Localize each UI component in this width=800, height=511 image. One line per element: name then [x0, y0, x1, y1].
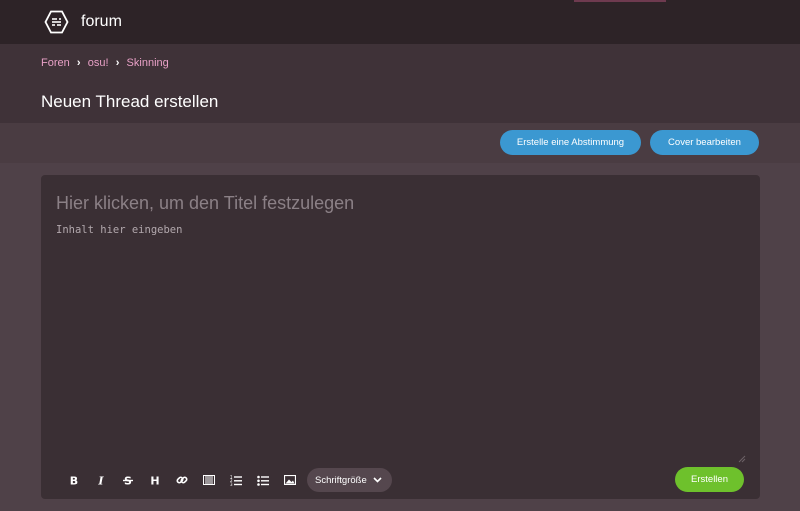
top-accent-line [574, 0, 666, 2]
edit-cover-button[interactable]: Cover bearbeiten [650, 130, 759, 155]
forum-logo-icon[interactable] [44, 10, 69, 34]
breadcrumb-item-foren[interactable]: Foren [41, 57, 70, 69]
breadcrumb-item-skinning[interactable]: Skinning [127, 57, 169, 69]
chevron-down-icon [373, 477, 382, 483]
chevron-right-icon: › [76, 57, 81, 69]
svg-text:I: I [97, 475, 104, 487]
svg-text:H: H [150, 475, 159, 487]
create-poll-button[interactable]: Erstelle eine Abstimmung [500, 130, 641, 155]
thread-title-input[interactable]: Hier klicken, um den Titel festzulegen [56, 193, 354, 214]
top-navigation-bar: forum [0, 0, 800, 44]
italic-icon[interactable]: I [87, 468, 114, 492]
resize-handle-icon[interactable] [738, 455, 746, 463]
page-title: Neuen Thread erstellen [41, 92, 219, 111]
unordered-list-icon[interactable] [249, 468, 276, 492]
breadcrumb-item-osu[interactable]: osu! [88, 57, 109, 69]
app-title[interactable]: forum [81, 13, 122, 31]
bold-icon[interactable]: B [60, 468, 87, 492]
breadcrumb: Foren › osu! › Skinning [41, 57, 169, 69]
strikethrough-icon[interactable]: S [114, 468, 141, 492]
submit-button[interactable]: Erstellen [675, 467, 744, 492]
link-icon[interactable] [168, 468, 195, 492]
ordered-list-icon[interactable]: 123 [222, 468, 249, 492]
image-icon[interactable] [276, 468, 303, 492]
post-editor: Hier klicken, um den Titel festzulegen I… [41, 175, 760, 499]
font-size-label: Schriftgröße [315, 474, 367, 486]
post-body-textarea[interactable]: Inhalt hier eingeben [56, 224, 182, 236]
svg-text:B: B [69, 475, 77, 487]
spoiler-icon[interactable] [195, 468, 222, 492]
heading-icon[interactable]: H [141, 468, 168, 492]
chevron-right-icon: › [115, 57, 120, 69]
svg-text:3: 3 [230, 482, 233, 486]
formatting-toolbar: B I S H 123 Schriftgröße [60, 468, 392, 492]
font-size-select[interactable]: Schriftgröße [307, 468, 392, 492]
